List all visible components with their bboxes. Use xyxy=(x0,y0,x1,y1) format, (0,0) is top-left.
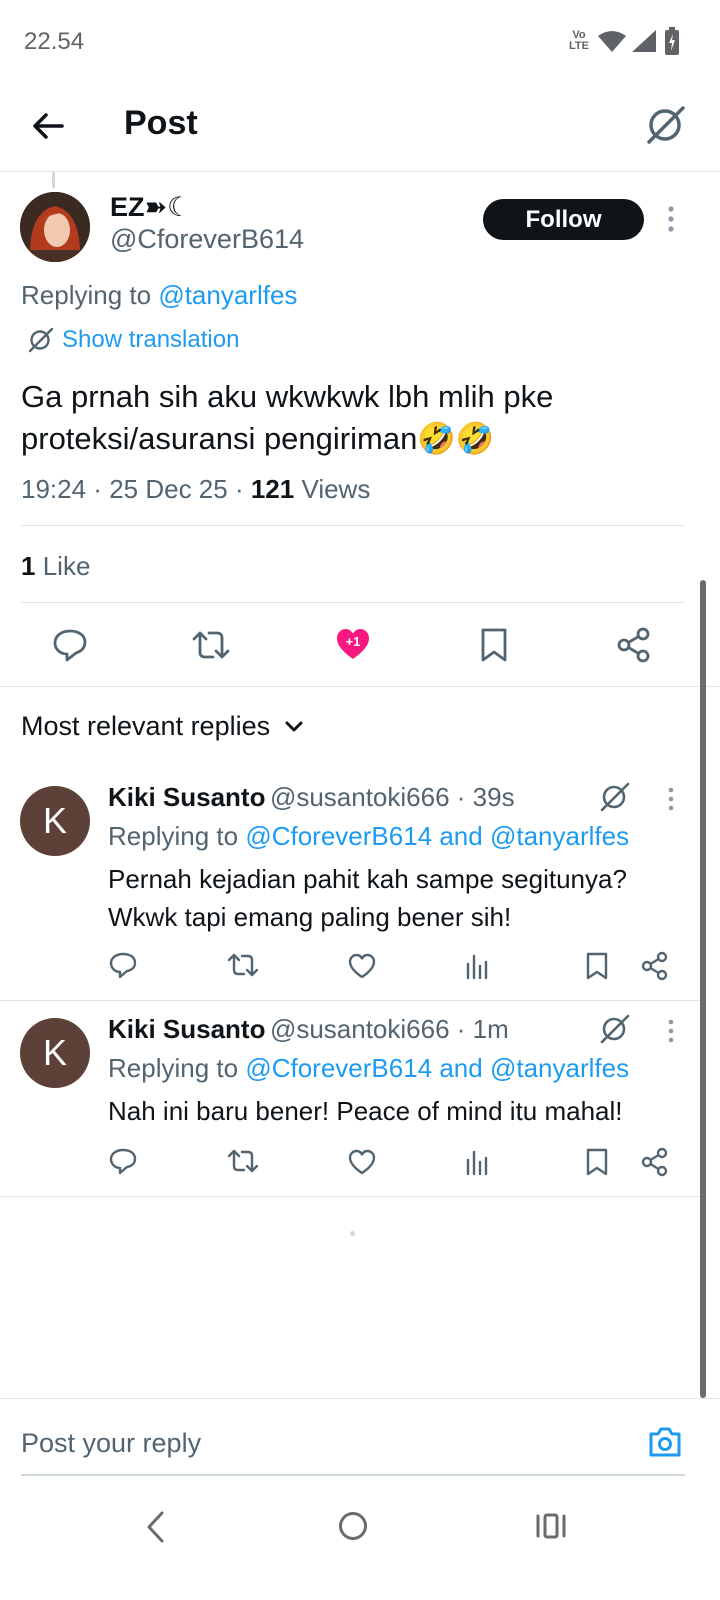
reply-replying-to: Replying to @CforeverB614 and @tanyarlfe… xyxy=(108,1053,629,1084)
nav-back-icon[interactable] xyxy=(144,1510,166,1544)
reply-avatar[interactable]: K xyxy=(20,786,90,856)
show-translation-label: Show translation xyxy=(62,326,240,353)
views-label: Views xyxy=(301,474,371,504)
camera-icon[interactable] xyxy=(647,1426,683,1458)
top-app-bar: Post xyxy=(0,84,720,171)
thread-connector xyxy=(52,172,55,188)
bookmark-icon[interactable] xyxy=(584,952,610,980)
reply-input-placeholder[interactable]: Post your reply xyxy=(21,1428,201,1459)
reply-time: 1m xyxy=(472,1014,509,1044)
reply-divider xyxy=(0,1196,706,1197)
nav-recents-icon[interactable] xyxy=(535,1512,567,1540)
grok-icon[interactable] xyxy=(645,104,687,146)
replying-to-handles[interactable]: @CforeverB614 and @tanyarlfes xyxy=(245,1053,629,1083)
follow-button[interactable]: Follow xyxy=(483,199,644,240)
reply-author-handle[interactable]: @susantoki666 xyxy=(270,782,450,812)
avatar-letter: K xyxy=(42,1032,67,1073)
reply-icon[interactable] xyxy=(108,1147,138,1175)
replying-prefix: Replying to xyxy=(108,821,239,851)
wifi-icon xyxy=(598,30,626,52)
replies-sort-dropdown[interactable]: Most relevant replies xyxy=(21,711,304,742)
battery-icon xyxy=(664,27,680,55)
back-arrow-icon[interactable] xyxy=(30,108,66,144)
status-bar: 22.54 Vo LTE xyxy=(0,0,720,84)
share-icon[interactable] xyxy=(641,1147,669,1177)
nav-home-icon[interactable] xyxy=(338,1511,368,1541)
signal-icon xyxy=(632,30,656,52)
like-icon[interactable]: +1 xyxy=(334,626,372,662)
avatar-image xyxy=(20,192,90,262)
views-count: 121 xyxy=(250,474,295,504)
reply-author-name[interactable]: Kiki Susanto xyxy=(108,782,265,812)
header-divider xyxy=(0,171,720,172)
author-handle[interactable]: @CforeverB614 xyxy=(110,224,304,255)
reply-text: Pernah kejadian pahit kah sampe segituny… xyxy=(108,864,627,932)
volte-icon: Vo LTE xyxy=(569,29,589,52)
translate-icon xyxy=(28,327,54,353)
reply-divider xyxy=(0,1000,706,1001)
replying-prefix: Replying to xyxy=(108,1053,239,1083)
like-icon[interactable] xyxy=(347,952,377,980)
reply-header: Kiki Susanto @susantoki666 · 39s xyxy=(108,782,515,812)
grok-icon[interactable] xyxy=(600,1014,630,1044)
replying-to-handle[interactable]: @tanyarlfes xyxy=(158,280,297,310)
tweet-time: 19:24 xyxy=(21,474,87,504)
reply-replying-to: Replying to @CforeverB614 and @tanyarlfe… xyxy=(108,821,629,852)
likes-label: Like xyxy=(42,551,91,581)
replies-sort-label: Most relevant replies xyxy=(21,711,271,741)
reply-text: Nah ini baru bener! Peace of mind itu ma… xyxy=(108,1096,623,1126)
tweet-text: Ga prnah sih aku wkwkwk lbh mlih pke pro… xyxy=(21,379,554,456)
repost-icon[interactable] xyxy=(227,1147,259,1175)
replying-to: Replying to @tanyarlfes xyxy=(21,280,297,311)
likes-divider xyxy=(21,602,685,603)
views-analytics-icon[interactable] xyxy=(465,952,491,980)
reply-icon[interactable] xyxy=(51,627,89,663)
repost-icon[interactable] xyxy=(191,627,231,663)
more-options-icon[interactable] xyxy=(665,1018,677,1044)
reply-header: Kiki Susanto @susantoki666 · 1m xyxy=(108,1014,509,1044)
reply-icon[interactable] xyxy=(108,951,138,979)
status-time: 22.54 xyxy=(24,28,85,55)
actions-divider xyxy=(0,686,720,687)
reply-item[interactable]: K Kiki Susanto @susantoki666 · 39s Reply… xyxy=(0,776,706,1000)
reply-composer[interactable]: Post your reply xyxy=(21,1412,685,1476)
chevron-down-icon xyxy=(284,720,304,734)
loading-indicator xyxy=(350,1231,355,1236)
avatar-letter: K xyxy=(42,800,67,841)
like-icon[interactable] xyxy=(347,1148,377,1176)
bookmark-icon[interactable] xyxy=(478,627,510,663)
tweet-meta: 19:24 · 25 Dec 25 · 121 Views xyxy=(21,474,371,504)
like-badge: +1 xyxy=(345,634,361,649)
share-icon[interactable] xyxy=(616,626,652,664)
bookmark-icon[interactable] xyxy=(584,1148,610,1176)
grok-icon[interactable] xyxy=(600,782,630,812)
reply-item[interactable]: K Kiki Susanto @susantoki666 · 1m Replyi… xyxy=(0,1008,706,1196)
system-nav-bar xyxy=(0,1478,720,1600)
repost-icon[interactable] xyxy=(227,951,259,979)
tweet-date: 25 Dec 25 xyxy=(109,474,228,504)
reply-avatar[interactable]: K xyxy=(20,1018,90,1088)
more-options-icon[interactable] xyxy=(665,786,677,812)
replying-prefix: Replying to xyxy=(21,280,152,310)
follow-label: Follow xyxy=(525,205,602,233)
reply-time: 39s xyxy=(472,782,515,812)
views-analytics-icon[interactable] xyxy=(465,1148,491,1176)
author-name[interactable]: EZ➽☾ xyxy=(110,192,191,223)
share-icon[interactable] xyxy=(641,951,669,981)
author-avatar[interactable] xyxy=(20,192,90,262)
likes-summary[interactable]: 1 Like xyxy=(21,551,90,582)
page-title: Post xyxy=(124,104,198,142)
more-options-icon[interactable] xyxy=(664,204,678,234)
composer-divider xyxy=(0,1398,720,1399)
reply-author-name[interactable]: Kiki Susanto xyxy=(108,1014,265,1044)
scrollbar-thumb[interactable] xyxy=(700,580,706,1398)
replying-to-handles[interactable]: @CforeverB614 and @tanyarlfes xyxy=(245,821,629,851)
likes-count: 1 xyxy=(21,551,36,581)
show-translation-link[interactable]: Show translation xyxy=(28,326,239,354)
reply-author-handle[interactable]: @susantoki666 xyxy=(270,1014,450,1044)
meta-divider xyxy=(21,525,685,526)
